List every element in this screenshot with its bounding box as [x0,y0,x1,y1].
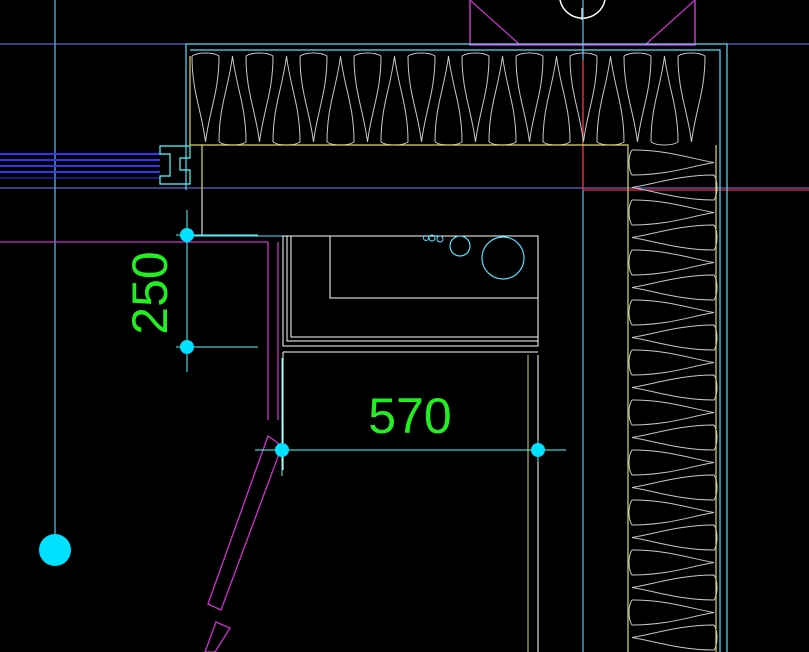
dimension-text-250: 250 [122,251,178,334]
grip-point [180,340,194,354]
grip-point-large [39,534,71,566]
cad-drawing-canvas[interactable]: 250 570 [0,0,809,652]
grip-point [531,443,545,457]
grip-point [275,443,289,457]
dimension-text-570: 570 [368,388,451,444]
grip-point [180,228,194,242]
